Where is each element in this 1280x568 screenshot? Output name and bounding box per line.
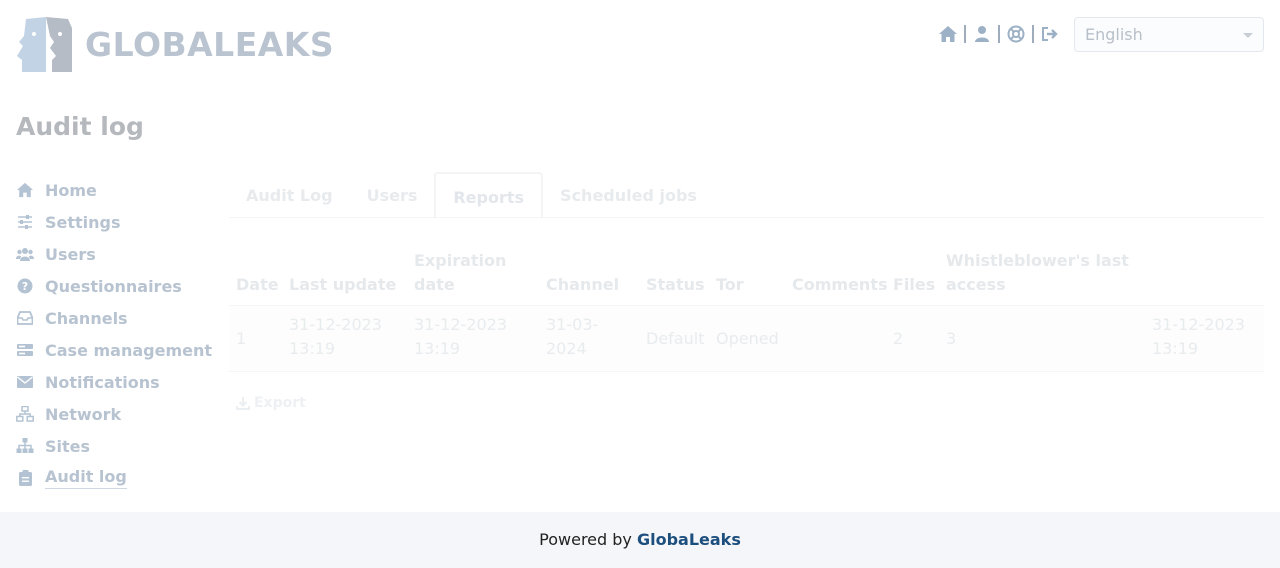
sidebar-item-label: Users <box>45 244 96 264</box>
svg-text:?: ? <box>22 280 28 293</box>
sidebar-item-label: Network <box>45 404 122 424</box>
clipboard-icon <box>16 469 34 487</box>
page-title: Audit log <box>16 112 144 141</box>
column-header-tor[interactable]: Tor <box>716 273 744 297</box>
cell-last-update-time: 13:19 <box>414 339 461 358</box>
export-button[interactable]: Export <box>236 395 306 411</box>
envelope-icon <box>16 373 34 391</box>
brand-name: GLOBALEAKS <box>85 25 335 64</box>
cell-files: 3 <box>946 329 957 348</box>
divider <box>998 25 1000 43</box>
users-icon <box>16 245 34 263</box>
chevron-down-icon <box>1243 33 1253 38</box>
divider <box>1032 25 1034 43</box>
sidebar-item-label: Home <box>45 180 97 200</box>
footer: Powered by GlobaLeaks <box>0 512 1280 568</box>
home-icon[interactable] <box>938 24 958 44</box>
cell-channel: Default <box>646 329 705 348</box>
column-header-expiration[interactable]: Expiration <box>414 249 506 273</box>
sidebar-item-home[interactable]: Home <box>16 174 216 206</box>
footer-link[interactable]: GlobaLeaks <box>637 530 741 549</box>
language-select[interactable]: English <box>1074 17 1264 52</box>
network-icon <box>16 405 34 423</box>
tab-reports[interactable]: Reports <box>434 172 544 218</box>
tab-users[interactable]: Users <box>350 172 435 218</box>
logout-icon[interactable] <box>1040 24 1060 44</box>
cell-status: Opened <box>716 329 779 348</box>
case-icon <box>16 341 34 359</box>
sidebar-item-notifications[interactable]: Notifications <box>16 366 216 398</box>
export-label: Export <box>254 395 306 411</box>
column-header-comments[interactable]: Comments <box>792 273 888 297</box>
table-row[interactable]: 1 31-12-2023 13:19 31-12-2023 13:19 31-0… <box>229 306 1264 372</box>
cell-id: 1 <box>236 329 247 348</box>
sidebar-item-audit-log[interactable]: Audit log <box>16 462 216 494</box>
logo[interactable]: GLOBALEAKS <box>16 16 334 73</box>
download-icon <box>236 397 250 410</box>
cell-whistleblower-access-time: 13:19 <box>1152 339 1199 358</box>
sidebar-item-label: Settings <box>45 212 121 232</box>
column-header-last-update[interactable]: Last update <box>289 273 396 297</box>
sitemap-icon <box>16 437 34 455</box>
tab-bar: Audit Log Users Reports Scheduled jobs <box>229 172 1264 218</box>
divider <box>964 25 966 43</box>
sidebar-item-channels[interactable]: Channels <box>16 302 216 334</box>
sidebar-item-label: Notifications <box>45 372 160 392</box>
sidebar-item-label: Audit log <box>45 467 127 489</box>
column-header-date[interactable]: Date <box>236 273 279 297</box>
tab-audit-log[interactable]: Audit Log <box>229 172 350 218</box>
sidebar-item-label: Sites <box>45 436 91 456</box>
cell-date-time: 13:19 <box>289 339 336 358</box>
user-icon[interactable] <box>972 24 992 44</box>
question-circle-icon: ? <box>16 277 34 295</box>
sidebar-item-label: Case management <box>45 340 213 360</box>
table-header: Date Last update Expiration date Channel… <box>229 248 1264 306</box>
column-header-whistleblower-access-line2[interactable]: access <box>946 273 1006 297</box>
cell-whistleblower-access: 31-12-2023 <box>1152 315 1245 334</box>
sidebar-item-sites[interactable]: Sites <box>16 430 216 462</box>
reports-table: Date Last update Expiration date Channel… <box>229 248 1264 372</box>
language-value: English <box>1085 25 1143 44</box>
cell-comments: 2 <box>893 329 904 348</box>
sidebar: Home Settings Users ? Questionnaires Cha… <box>16 174 216 494</box>
home-icon <box>16 181 34 199</box>
column-header-expiration-line2[interactable]: date <box>414 273 455 297</box>
column-header-whistleblower-access[interactable]: Whistleblower's last <box>946 249 1129 273</box>
logo-mark-icon <box>17 17 72 72</box>
sidebar-item-label: Channels <box>45 308 128 328</box>
column-header-status[interactable]: Status <box>646 273 705 297</box>
tab-scheduled-jobs[interactable]: Scheduled jobs <box>543 172 714 218</box>
inbox-icon <box>16 309 34 327</box>
sidebar-item-case-management[interactable]: Case management <box>16 334 216 366</box>
sliders-icon <box>16 213 34 231</box>
sidebar-item-settings[interactable]: Settings <box>16 206 216 238</box>
sidebar-item-network[interactable]: Network <box>16 398 216 430</box>
cell-expiration-year: 2024 <box>546 339 587 358</box>
sidebar-item-users[interactable]: Users <box>16 238 216 270</box>
help-icon[interactable] <box>1006 24 1026 44</box>
cell-date: 31-12-2023 <box>289 315 382 334</box>
footer-prefix: Powered by <box>539 530 632 549</box>
sidebar-item-label: Questionnaires <box>45 276 182 296</box>
cell-expiration: 31-03- <box>546 315 599 334</box>
column-header-files[interactable]: Files <box>893 273 935 297</box>
column-header-channel[interactable]: Channel <box>546 273 619 297</box>
cell-last-update: 31-12-2023 <box>414 315 507 334</box>
sidebar-item-questionnaires[interactable]: ? Questionnaires <box>16 270 216 302</box>
top-nav <box>938 22 1060 46</box>
